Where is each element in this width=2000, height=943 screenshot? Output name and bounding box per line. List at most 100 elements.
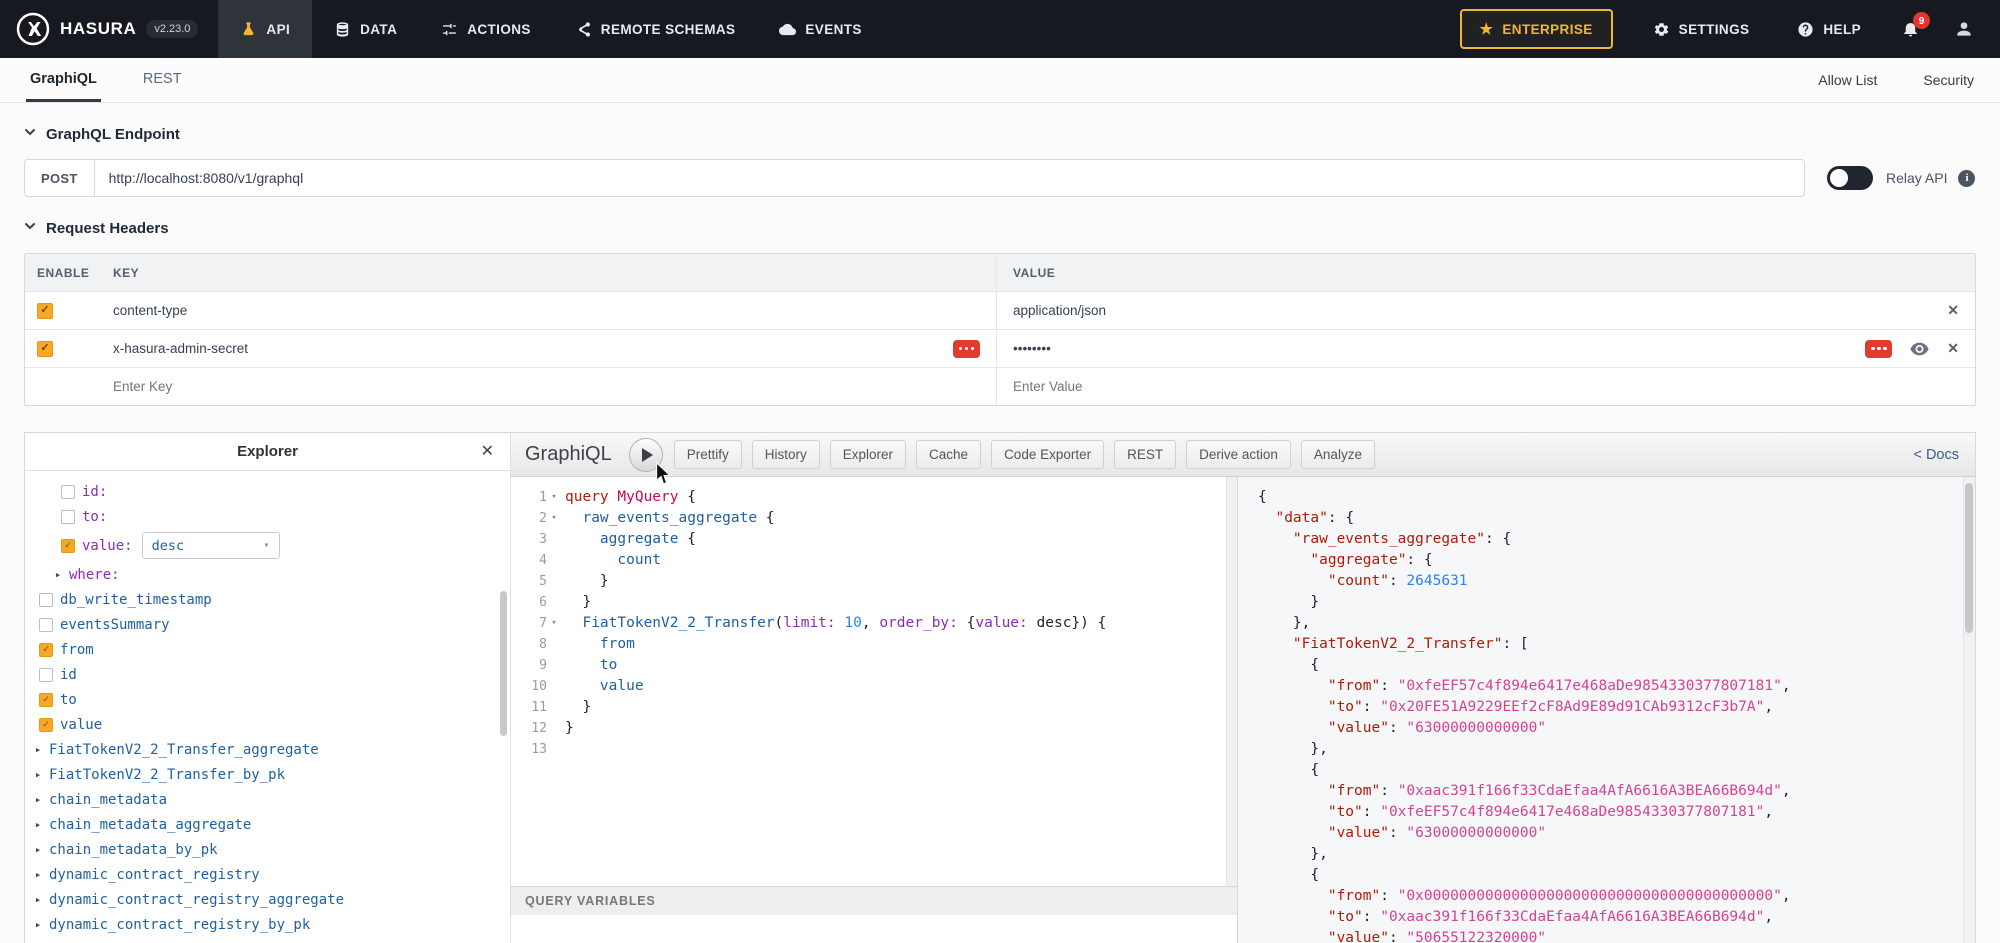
explorer-item-from[interactable]: ✓from [25, 637, 510, 662]
explorer-item-eventsSummary[interactable]: eventsSummary [25, 612, 510, 637]
enterprise-button[interactable]: ★ ENTERPRISE [1460, 9, 1613, 49]
security-link[interactable]: Security [1923, 72, 1974, 88]
help-button[interactable]: HELP [1775, 21, 1883, 38]
header-key[interactable]: content-type [113, 303, 187, 318]
toolbar-button-prettify[interactable]: Prettify [674, 440, 742, 469]
explorer-label[interactable]: where: [69, 567, 120, 583]
notifications-button[interactable]: 9 [1887, 9, 1936, 49]
explorer-item-dynamic_contract_registry_by_pk[interactable]: ▸ dynamic_contract_registry_by_pk [25, 912, 510, 937]
tab-rest[interactable]: REST [139, 58, 186, 102]
explorer-label[interactable]: dynamic_contract_registry_aggregate [49, 892, 344, 908]
explorer-item-dynamic_contract_registry_aggregate[interactable]: ▸ dynamic_contract_registry_aggregate [25, 887, 510, 912]
expand-arrow-icon[interactable]: ▸ [51, 568, 65, 581]
explorer-item-where[interactable]: ▸ where: [25, 562, 510, 587]
explorer-label[interactable]: id [60, 667, 77, 683]
explorer-item-dynamic_contract_registry[interactable]: ▸ dynamic_contract_registry [25, 862, 510, 887]
remove-header-button[interactable]: ✕ [1947, 340, 1959, 357]
endpoint-section-header[interactable]: GraphQL Endpoint [24, 125, 1976, 143]
query-variables-editor[interactable] [511, 915, 1237, 943]
explorer-checkbox[interactable]: ✓ [39, 693, 53, 707]
toolbar-button-history[interactable]: History [752, 440, 820, 469]
explorer-item-to[interactable]: to: [25, 504, 510, 529]
explorer-label[interactable]: FiatTokenV2_2_Transfer_aggregate [49, 742, 319, 758]
fold-arrow-icon[interactable]: ▾ [547, 508, 561, 529]
nav-item-events[interactable]: EVENTS [757, 0, 883, 58]
expand-arrow-icon[interactable]: ▸ [31, 818, 45, 831]
explorer-label[interactable]: chain_metadata_aggregate [49, 817, 251, 833]
expand-arrow-icon[interactable]: ▸ [31, 893, 45, 906]
editor-scrollbar[interactable] [1226, 477, 1237, 886]
query-editor[interactable]: 1▾2▾34567▾8910111213 query MyQuery { raw… [511, 477, 1237, 886]
explorer-item-FiatTokenV2_2_Transfer_aggregate[interactable]: ▸ FiatTokenV2_2_Transfer_aggregate [25, 737, 510, 762]
response-scrollbar[interactable] [1963, 477, 1975, 943]
remove-header-button[interactable]: ✕ [1947, 302, 1959, 319]
expand-arrow-icon[interactable]: ▸ [31, 768, 45, 781]
secret-chip-icon[interactable] [1865, 340, 1892, 358]
explorer-label[interactable]: chain_metadata [49, 792, 167, 808]
explorer-label[interactable]: FiatTokenV2_2_Transfer_by_pk [49, 767, 285, 783]
explorer-label[interactable]: db_write_timestamp [60, 592, 212, 608]
explorer-item-id[interactable]: id: [25, 479, 510, 504]
toolbar-button-derive-action[interactable]: Derive action [1186, 440, 1291, 469]
toolbar-button-explorer[interactable]: Explorer [830, 440, 906, 469]
explorer-checkbox[interactable] [61, 485, 75, 499]
brand[interactable]: HASURA v2.23.0 [0, 0, 218, 58]
explorer-label[interactable]: id: [82, 484, 107, 500]
endpoint-url-input[interactable] [95, 160, 1804, 196]
explorer-label[interactable]: value [60, 717, 102, 733]
explorer-scrollbar-thumb[interactable] [500, 591, 507, 736]
explorer-checkbox[interactable] [61, 510, 75, 524]
close-icon[interactable]: ✕ [481, 441, 494, 461]
explorer-item-to[interactable]: ✓ to [25, 687, 510, 712]
explorer-checkbox[interactable] [39, 668, 53, 682]
query-variables-bar[interactable]: QUERY VARIABLES [511, 886, 1237, 915]
explorer-item-FiatTokenV2_2_Transfer_by_pk[interactable]: ▸ FiatTokenV2_2_Transfer_by_pk [25, 762, 510, 787]
explorer-item-chain_metadata_aggregate[interactable]: ▸ chain_metadata_aggregate [25, 812, 510, 837]
header-value-masked[interactable]: •••••••• [1013, 341, 1051, 356]
explorer-item-value[interactable]: ✓value:desc▾ [25, 529, 510, 562]
toolbar-button-code-exporter[interactable]: Code Exporter [991, 440, 1104, 469]
secret-chip-icon[interactable] [953, 340, 980, 358]
explorer-item-chain_metadata_by_pk[interactable]: ▸chain_metadata_by_pk [25, 837, 510, 862]
fold-arrow-icon[interactable]: ▾ [547, 613, 561, 634]
expand-arrow-icon[interactable]: ▸ [31, 793, 45, 806]
toolbar-button-cache[interactable]: Cache [916, 440, 981, 469]
user-menu-button[interactable] [1940, 11, 1988, 48]
query-code[interactable]: query MyQuery { raw_events_aggregate { a… [561, 477, 1237, 886]
explorer-checkbox[interactable]: ✓ [39, 718, 53, 732]
toolbar-button-rest[interactable]: REST [1114, 440, 1176, 469]
expand-arrow-icon[interactable]: ▸ [31, 743, 45, 756]
response-scrollbar-thumb[interactable] [1965, 483, 1973, 633]
relay-api-toggle[interactable] [1827, 166, 1873, 190]
docs-link[interactable]: < Docs [1913, 447, 1959, 463]
expand-arrow-icon[interactable]: ▸ [31, 868, 45, 881]
header-value[interactable]: application/json [1013, 303, 1106, 318]
fold-arrow-icon[interactable]: ▾ [547, 487, 561, 508]
explorer-label[interactable]: dynamic_contract_registry_by_pk [49, 917, 310, 933]
explorer-label[interactable]: eventsSummary [60, 617, 170, 633]
explorer-item-id[interactable]: id [25, 662, 510, 687]
enable-checkbox[interactable]: ✓ [37, 303, 53, 319]
expand-arrow-icon[interactable]: ▸ [31, 843, 45, 856]
explorer-label[interactable]: to: [82, 509, 107, 525]
nav-item-api[interactable]: API [218, 0, 312, 58]
settings-button[interactable]: SETTINGS [1631, 21, 1772, 38]
tab-graphiql[interactable]: GraphiQL [26, 58, 101, 102]
explorer-label[interactable]: from [60, 642, 94, 658]
explorer-checkbox[interactable] [39, 618, 53, 632]
new-header-value-input[interactable] [1013, 379, 1959, 394]
explorer-item-chain_metadata[interactable]: ▸ chain_metadata [25, 787, 510, 812]
enum-select[interactable]: desc▾ [142, 532, 280, 559]
explorer-label[interactable]: dynamic_contract_registry [49, 867, 260, 883]
execute-query-button[interactable] [629, 438, 663, 472]
header-key[interactable]: x-hasura-admin-secret [113, 341, 248, 356]
allow-list-link[interactable]: Allow List [1818, 72, 1877, 88]
explorer-label[interactable]: to [60, 692, 77, 708]
explorer-item-value[interactable]: ✓ value [25, 712, 510, 737]
expand-arrow-icon[interactable]: ▸ [31, 918, 45, 931]
enable-checkbox[interactable]: ✓ [37, 341, 53, 357]
new-header-key-input[interactable] [113, 379, 980, 394]
reveal-value-button[interactable] [1910, 342, 1929, 356]
explorer-item-db_write_timestamp[interactable]: db_write_timestamp [25, 587, 510, 612]
info-icon[interactable]: i [1958, 170, 1975, 187]
